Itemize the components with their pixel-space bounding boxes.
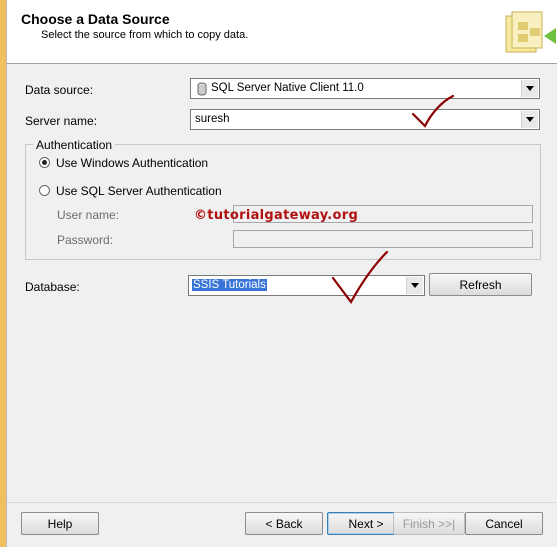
chevron-down-icon[interactable] [521,111,538,128]
user-name-label: User name: [57,208,120,222]
finish-button[interactable]: Finish >>| [393,512,465,535]
windows-auth-label[interactable]: Use Windows Authentication [56,156,208,170]
server-name-dropdown[interactable]: suresh [190,109,540,130]
help-button[interactable]: Help [21,512,99,535]
refresh-button[interactable]: Refresh [429,273,532,296]
back-button[interactable]: < Back [245,512,323,535]
database-value: SSIS Tutorials [192,279,267,291]
sql-auth-label[interactable]: Use SQL Server Authentication [56,184,222,198]
checkmark-icon [331,250,389,305]
chevron-down-icon[interactable] [521,80,538,97]
footer-separator [7,502,557,503]
wizard-window: Choose a Data Source Select the source f… [6,0,557,547]
data-source-label: Data source: [25,83,94,97]
windows-auth-radio[interactable] [39,157,50,168]
wizard-header: Choose a Data Source Select the source f… [7,0,557,64]
database-icon [197,82,207,96]
cancel-button[interactable]: Cancel [465,512,543,535]
password-input[interactable] [233,230,533,248]
server-name-value: suresh [195,113,230,125]
password-label: Password: [57,233,114,247]
page-subtitle: Select the source from which to copy dat… [41,29,249,41]
page-title: Choose a Data Source [21,11,170,27]
authentication-title: Authentication [33,138,116,152]
server-name-label: Server name: [25,114,98,128]
sql-auth-radio[interactable] [39,185,50,196]
chevron-down-icon[interactable] [406,277,423,294]
checkmark-icon [411,94,455,128]
watermark-text: ©tutorialgateway.org [194,208,359,223]
data-source-dropdown[interactable]: SQL Server Native Client 11.0 [190,78,540,99]
database-label: Database: [25,280,80,294]
data-source-value: SQL Server Native Client 11.0 [211,82,364,94]
wizard-data-icon [505,11,556,53]
